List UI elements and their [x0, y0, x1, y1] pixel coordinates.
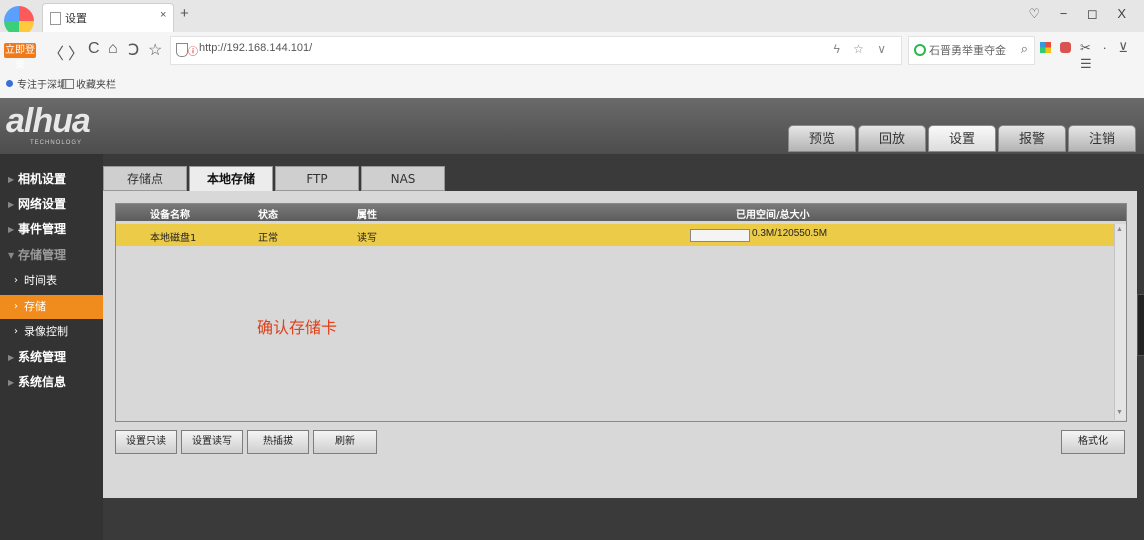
sidebar-item-label: 存储管理: [18, 248, 67, 262]
scroll-up-icon[interactable]: ▲: [1116, 226, 1123, 233]
bookmark-bar: 专注于深圳 收藏夹栏: [0, 69, 1144, 99]
tab-title: 设置: [65, 12, 87, 25]
tab-alarm[interactable]: 报警: [998, 125, 1066, 152]
sidebar-item-storage-management[interactable]: ▼ 存储管理: [0, 243, 103, 268]
sidebar-subitem-label: 存储: [24, 300, 46, 313]
hotplug-button[interactable]: 热插拔: [247, 430, 309, 454]
table-header: 设备名称 状态 属性 已用空间/总大小: [116, 204, 1126, 221]
search-placeholder: 石晋勇举重夺金: [929, 44, 1006, 57]
column-header-status: 状态: [258, 210, 278, 221]
folder-icon: [62, 79, 74, 89]
sidebar-item-label: 系统管理: [18, 350, 67, 364]
column-header-device-name: 设备名称: [150, 210, 190, 221]
url-text: http://192.168.144.101/: [199, 42, 313, 54]
favorite-star-icon[interactable]: ☆: [148, 40, 162, 60]
logo-subtitle: TECHNOLOGY: [30, 140, 83, 146]
caret-right-icon: ▶: [8, 378, 15, 387]
caret-down-icon: ▼: [8, 251, 15, 260]
tab-close-icon[interactable]: ×: [160, 9, 166, 21]
tab-storage-point[interactable]: 存储点: [103, 166, 187, 191]
home-icon[interactable]: ⌂: [108, 40, 118, 58]
capacity-progress-bar: [690, 229, 750, 242]
format-button[interactable]: 格式化: [1061, 430, 1125, 454]
settings-panel: 设备名称 状态 属性 已用空间/总大小 本地磁盘1 正常 读写 0.3M/120…: [103, 191, 1137, 498]
sidebar-subitem-label: 时间表: [24, 274, 57, 287]
tab-logout[interactable]: 注销: [1068, 125, 1136, 152]
address-bar: 〈 〉 C ⌂ Ↄ ☆ ⓘ http://192.168.144.101/ ϟ …: [0, 32, 1144, 72]
tab-preview[interactable]: 预览: [788, 125, 856, 152]
sidebar-item-system-info[interactable]: ▶ 系统信息: [0, 370, 103, 395]
tab-local-storage[interactable]: 本地存储: [189, 166, 273, 192]
search-engine-icon: [914, 44, 926, 56]
back-icon[interactable]: 〈: [48, 40, 64, 64]
shield-icon: [176, 43, 188, 57]
security-info-icon[interactable]: ⓘ: [188, 43, 198, 58]
url-input[interactable]: ⓘ http://192.168.144.101/ ϟ ☆ ∨: [170, 36, 902, 65]
table-row[interactable]: 本地磁盘1 正常 读写 0.3M/120550.5M: [116, 224, 1114, 246]
sidebar-item-label: 系统信息: [18, 375, 67, 389]
game-icon[interactable]: [1060, 42, 1071, 53]
chevron-right-icon: ›: [14, 275, 18, 286]
chevron-right-icon: ›: [14, 326, 18, 337]
annotation-text: 确认存储卡: [257, 318, 338, 337]
tab-settings[interactable]: 设置: [928, 125, 996, 152]
sidebar-item-camera-settings[interactable]: ▶ 相机设置: [0, 167, 103, 192]
sidebar-item-network-settings[interactable]: ▶ 网络设置: [0, 192, 103, 217]
caret-right-icon: ▶: [8, 225, 15, 234]
device-table: 设备名称 状态 属性 已用空间/总大小 本地磁盘1 正常 读写 0.3M/120…: [115, 203, 1127, 422]
sidebar-item-label: 相机设置: [18, 172, 67, 186]
table-scrollbar[interactable]: ▲ ▼: [1114, 224, 1126, 420]
chevron-right-icon: ›: [14, 301, 18, 312]
url-actions[interactable]: ϟ ☆ ∨: [833, 42, 891, 56]
sidebar-item-system-management[interactable]: ▶ 系统管理: [0, 345, 103, 370]
reload-icon[interactable]: C: [88, 40, 100, 58]
search-input[interactable]: 石晋勇举重夺金 ⌕: [908, 36, 1035, 65]
column-header-capacity: 已用空间/总大小: [736, 210, 810, 221]
sidebar-subitem-label: 录像控制: [24, 325, 68, 338]
scroll-down-icon[interactable]: ▼: [1116, 409, 1123, 416]
column-header-attribute: 属性: [357, 210, 377, 221]
caret-right-icon: ▶: [8, 200, 15, 209]
cell-device-name: 本地磁盘1: [150, 233, 197, 244]
content-area: 存储点 本地存储 FTP NAS 设备名称 状态 属性 已用空间/总大小 本地磁…: [103, 154, 1144, 540]
sidebar-subitem-storage[interactable]: › 存储: [0, 295, 103, 319]
sidebar-subitem-schedule[interactable]: › 时间表: [0, 269, 103, 293]
toolbar-extension-icons[interactable]: ✂ · ⊻ ☰: [1080, 40, 1144, 72]
page-icon: [50, 12, 61, 25]
sidebar-item-label: 网络设置: [18, 197, 67, 211]
bookmark-icon: [6, 80, 13, 87]
set-readwrite-button[interactable]: 设置读写: [181, 430, 243, 454]
sidebar: ▶ 相机设置 ▶ 网络设置 ▶ 事件管理 ▼ 存储管理 › 时间表 › 存储 ›…: [0, 154, 103, 540]
sidebar-item-label: 事件管理: [18, 222, 67, 236]
app-header: alhua TECHNOLOGY 预览 回放 设置 报警 注销: [0, 98, 1144, 154]
search-icon[interactable]: ⌕: [1021, 41, 1028, 57]
set-readonly-button[interactable]: 设置只读: [115, 430, 177, 454]
undo-icon[interactable]: Ↄ: [128, 40, 139, 60]
cell-attribute: 读写: [357, 233, 377, 244]
cell-capacity: 0.3M/120550.5M: [752, 228, 828, 239]
tab-playback[interactable]: 回放: [858, 125, 926, 152]
dahua-logo: alhua: [6, 102, 91, 140]
apps-grid-icon[interactable]: [1040, 42, 1051, 53]
page-scrollbar[interactable]: [1137, 294, 1144, 356]
caret-right-icon: ▶: [8, 353, 15, 362]
refresh-button[interactable]: 刷新: [313, 430, 377, 454]
forward-icon[interactable]: 〉: [68, 40, 84, 64]
new-tab-button[interactable]: +: [180, 5, 189, 22]
window-controls[interactable]: ♡ − ◻ X: [1028, 6, 1134, 22]
sidebar-subitem-record-control[interactable]: › 录像控制: [0, 320, 103, 344]
caret-right-icon: ▶: [8, 175, 15, 184]
bookmark-folder[interactable]: 收藏夹栏: [76, 76, 116, 91]
browser-tab[interactable]: 设置 ×: [42, 3, 174, 33]
tab-nas[interactable]: NAS: [361, 166, 445, 191]
cell-status: 正常: [258, 233, 278, 244]
tab-ftp[interactable]: FTP: [275, 166, 359, 191]
browser-tab-bar: 设置 × + ♡ − ◻ X: [0, 0, 1144, 33]
bookmark-item[interactable]: 专注于深圳: [17, 76, 67, 91]
login-badge[interactable]: 立即登录: [4, 43, 36, 71]
sidebar-item-event-management[interactable]: ▶ 事件管理: [0, 217, 103, 242]
